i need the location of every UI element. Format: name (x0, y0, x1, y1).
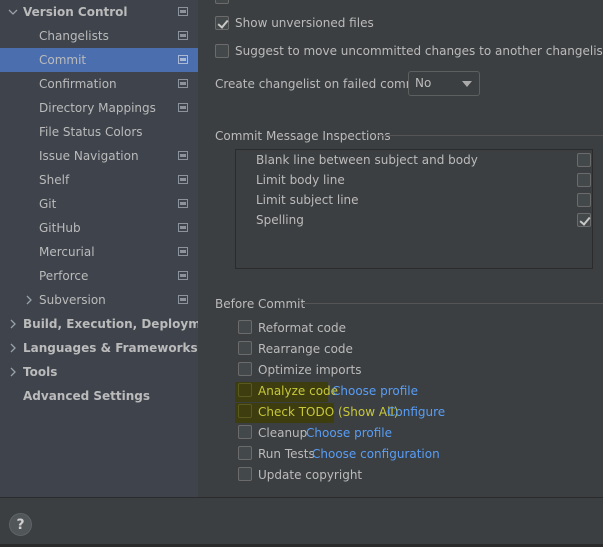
sidebar-item-issue-navigation[interactable]: Issue Navigation (0, 144, 198, 168)
suggest-move-checkbox[interactable] (215, 44, 229, 58)
help-button[interactable]: ? (9, 513, 32, 536)
partial-checkbox[interactable] (215, 0, 229, 4)
project-settings-icon (178, 31, 188, 40)
inspection-label: Limit subject line (256, 193, 359, 207)
chevron-down-icon[interactable] (8, 7, 18, 17)
project-settings-icon (178, 295, 188, 304)
sidebar-item-git[interactable]: Git (0, 192, 198, 216)
sidebar-item-tools[interactable]: Tools (0, 360, 198, 384)
sidebar-item-label: Subversion (39, 293, 106, 307)
inspection-checkbox[interactable] (577, 173, 591, 187)
sidebar-item-label: Languages & Frameworks (23, 341, 198, 355)
sidebar-item-mercurial[interactable]: Mercurial (0, 240, 198, 264)
optimize-imports-checkbox[interactable] (238, 362, 252, 376)
project-settings-icon (178, 247, 188, 256)
analyze-code-label[interactable]: Analyze code (258, 384, 338, 398)
sidebar-item-subversion[interactable]: Subversion (0, 288, 198, 312)
sidebar-item-changelists[interactable]: Changelists (0, 24, 198, 48)
cleanup-label[interactable]: Cleanup (258, 426, 307, 440)
inspection-label: Spelling (256, 213, 304, 227)
create-changelist-label: Create changelist on failed commit: (215, 77, 430, 91)
sidebar-item-label: Directory Mappings (39, 101, 156, 115)
sidebar-item-github[interactable]: GitHub (0, 216, 198, 240)
rearrange-code-label[interactable]: Rearrange code (258, 342, 353, 356)
section-divider (302, 303, 603, 304)
sidebar-item-label: Mercurial (39, 245, 95, 259)
project-settings-icon (178, 175, 188, 184)
project-settings-icon (178, 199, 188, 208)
chevron-right-icon[interactable] (8, 319, 18, 329)
optimize-imports-label[interactable]: Optimize imports (258, 363, 362, 377)
dropdown-arrow-icon (462, 81, 472, 87)
check-todo-label[interactable]: Check TODO (Show All) (258, 405, 398, 419)
sidebar-item-languages-frameworks[interactable]: Languages & Frameworks (0, 336, 198, 360)
sidebar-item-label: Confirmation (39, 77, 117, 91)
project-settings-icon (178, 223, 188, 232)
chevron-right-icon[interactable] (8, 367, 18, 377)
analyze-code-checkbox[interactable] (238, 383, 252, 397)
inspection-checkbox[interactable] (577, 193, 591, 207)
dialog-footer: ? (0, 497, 603, 547)
inspection-label: Blank line between subject and body (256, 153, 478, 167)
sidebar-item-label: Commit (39, 53, 87, 67)
chevron-right-icon[interactable] (8, 343, 18, 353)
inspections-list: Blank line between subject and body Limi… (235, 149, 593, 269)
sidebar-item-label: Perforce (39, 269, 89, 283)
reformat-code-checkbox[interactable] (238, 320, 252, 334)
inspection-checkbox[interactable] (577, 213, 591, 227)
sidebar-item-file-status-colors[interactable]: File Status Colors (0, 120, 198, 144)
show-unversioned-label[interactable]: Show unversioned files (235, 16, 374, 30)
inspection-checkbox[interactable] (577, 153, 591, 167)
project-settings-icon (178, 55, 188, 64)
suggest-move-label[interactable]: Suggest to move uncommitted changes to a… (235, 44, 603, 58)
sidebar-item-advanced-settings[interactable]: Advanced Settings (0, 384, 198, 408)
sidebar-item-shelf[interactable]: Shelf (0, 168, 198, 192)
run-tests-choose-configuration-link[interactable]: Choose configuration (312, 447, 440, 461)
sidebar-item-label: Version Control (23, 5, 128, 19)
sidebar-item-label: File Status Colors (39, 125, 143, 139)
run-tests-checkbox[interactable] (238, 446, 252, 460)
commit-settings-panel: Show unversioned files Suggest to move u… (198, 0, 603, 497)
update-copyright-checkbox[interactable] (238, 467, 252, 481)
sidebar-item-label: Tools (23, 365, 58, 379)
before-commit-title: Before Commit (215, 297, 306, 311)
cleanup-checkbox[interactable] (238, 425, 252, 439)
help-icon: ? (16, 516, 25, 533)
check-todo-checkbox[interactable] (238, 404, 252, 418)
analyze-code-choose-profile-link[interactable]: Choose profile (332, 384, 418, 398)
sidebar-item-perforce[interactable]: Perforce (0, 264, 198, 288)
inspection-label: Limit body line (256, 173, 345, 187)
check-todo-configure-link[interactable]: Configure (387, 405, 445, 419)
project-settings-icon (178, 79, 188, 88)
update-copyright-label[interactable]: Update copyright (258, 468, 362, 482)
rearrange-code-checkbox[interactable] (238, 341, 252, 355)
create-changelist-dropdown[interactable]: No (408, 71, 480, 96)
project-settings-icon (178, 7, 188, 16)
project-settings-icon (178, 271, 188, 280)
sidebar-item-directory-mappings[interactable]: Directory Mappings (0, 96, 198, 120)
section-divider (378, 135, 603, 136)
sidebar-item-label: Advanced Settings (23, 389, 151, 403)
sidebar-item-label: GitHub (39, 221, 81, 235)
sidebar-item-commit[interactable]: Commit (0, 48, 198, 72)
sidebar-item-label: Git (39, 197, 57, 211)
sidebar-item-confirmation[interactable]: Confirmation (0, 72, 198, 96)
run-tests-label[interactable]: Run Tests (258, 447, 315, 461)
project-settings-icon (178, 103, 188, 112)
settings-sidebar: Version Control Changelists Commit Confi… (0, 0, 198, 497)
show-unversioned-checkbox[interactable] (215, 16, 229, 30)
project-settings-icon (178, 151, 188, 160)
sidebar-item-label: Shelf (39, 173, 70, 187)
dropdown-value: No (415, 76, 432, 90)
sidebar-item-build-execution-deployment[interactable]: Build, Execution, Deployment (0, 312, 198, 336)
sidebar-item-label: Changelists (39, 29, 109, 43)
cleanup-choose-profile-link[interactable]: Choose profile (306, 426, 392, 440)
inspections-title: Commit Message Inspections (215, 129, 391, 143)
sidebar-item-label: Issue Navigation (39, 149, 139, 163)
chevron-right-icon[interactable] (24, 295, 34, 305)
reformat-code-label[interactable]: Reformat code (258, 321, 346, 335)
sidebar-item-label: Build, Execution, Deployment (23, 317, 198, 331)
sidebar-item-version-control[interactable]: Version Control (0, 0, 198, 24)
